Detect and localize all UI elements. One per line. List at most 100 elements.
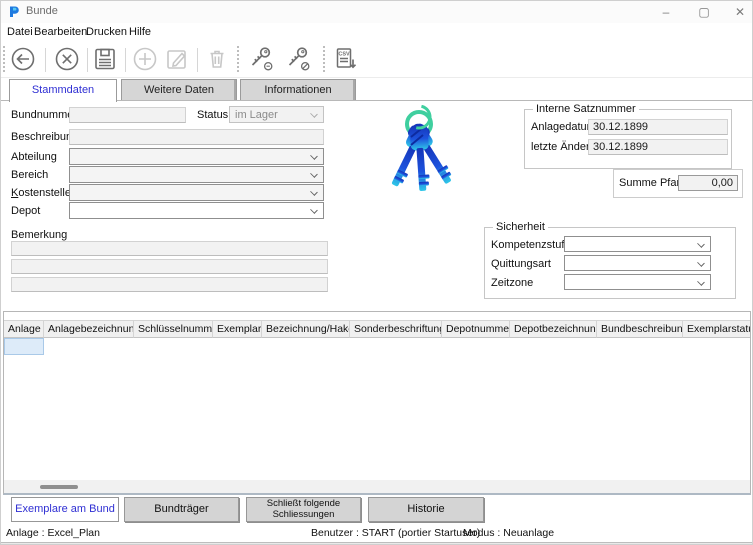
bemerkung-label: Bemerkung: [11, 229, 68, 241]
table-header-row: Anlage Anlagebezeichnung Schlüsselnummer…: [4, 320, 750, 338]
key-remove-icon[interactable]: [281, 45, 314, 73]
title-bar: Bunde – ▢ ✕: [1, 1, 752, 23]
toolbar-separator: [87, 48, 88, 72]
bereich-label: Bereich: [11, 169, 49, 181]
abteilung-select[interactable]: [69, 148, 324, 165]
bemerkung-input-2[interactable]: [11, 259, 328, 274]
kompetenzstufe-label: Kompetenzstufe: [491, 239, 571, 251]
add-icon: [131, 45, 159, 73]
delete-icon: [203, 45, 231, 73]
zeitzone-select[interactable]: [564, 274, 711, 290]
toolbar-separator: [197, 48, 198, 72]
horizontal-scrollbar[interactable]: [4, 480, 750, 493]
summe-pfand-value: 0,00: [678, 175, 738, 191]
bereich-select[interactable]: [69, 166, 324, 183]
toolbar-separator-dotted: [323, 46, 325, 74]
column-header[interactable]: Bundbeschreibung: [597, 320, 683, 338]
keys-image: [359, 105, 479, 215]
kompetenzstufe-select[interactable]: [564, 236, 711, 252]
app-window: Bunde – ▢ ✕ Datei Bearbeiten Drucken Hil…: [0, 0, 753, 545]
bottom-tab-exemplare-am-bund[interactable]: Exemplare am Bund: [11, 497, 119, 522]
quittungsart-select[interactable]: [564, 255, 711, 271]
selected-cell[interactable]: [4, 338, 44, 355]
anlagedatum-label: Anlagedatum: [531, 121, 596, 133]
column-header[interactable]: Bezeichnung/Haken: [262, 320, 350, 338]
column-header[interactable]: Exemplarstatus: [683, 320, 750, 338]
column-header[interactable]: Anlage: [4, 320, 44, 338]
toolbar-separator: [45, 48, 46, 72]
column-header[interactable]: Exemplar: [213, 320, 262, 338]
sicherheit-title: Sicherheit: [493, 221, 548, 233]
bemerkung-input-3[interactable]: [11, 277, 328, 292]
tab-weitere-daten[interactable]: Weitere Daten: [121, 79, 237, 101]
menu-hilfe[interactable]: Hilfe: [126, 25, 154, 39]
toolbar-grip: [3, 46, 5, 74]
depot-select[interactable]: [69, 202, 324, 219]
column-header[interactable]: Sonderbeschriftung: [350, 320, 442, 338]
kostenstelle-label-rest: ostenstelle: [18, 187, 71, 199]
bottom-tab-label: Exemplare am Bund: [15, 503, 115, 516]
bemerkung-input-1[interactable]: [11, 241, 328, 256]
beschreibung-input[interactable]: [69, 129, 324, 145]
app-logo-icon: [8, 5, 21, 18]
column-header[interactable]: Anlagebezeichnung: [44, 320, 134, 338]
zeitzone-label: Zeitzone: [491, 277, 534, 289]
bottom-tab-bundtraeger[interactable]: Bundträger: [124, 497, 239, 522]
menu-bar: Datei Bearbeiten Drucken Hilfe: [1, 23, 752, 42]
bottom-tab-historie[interactable]: Historie: [368, 497, 484, 522]
status-value: im Lager: [235, 109, 278, 121]
quittungsart-label: Quittungsart: [491, 258, 551, 270]
status-select: im Lager: [229, 106, 324, 123]
stammdaten-panel: Bundnummer Status im Lager Beschreibung …: [1, 100, 752, 308]
status-benutzer: Benutzer : START (portier Startuser): [311, 527, 481, 539]
anlagedatum-value: 30.12.1899: [588, 119, 728, 135]
svg-text:CSV: CSV: [338, 52, 350, 58]
chevron-down-icon: [310, 206, 318, 214]
tab-stammdaten[interactable]: Stammdaten: [9, 79, 117, 102]
exemplare-table[interactable]: Anlage Anlagebezeichnung Schlüsselnummer…: [3, 311, 751, 495]
column-header[interactable]: Schlüsselnummer: [134, 320, 213, 338]
window-title: Bunde: [26, 5, 58, 17]
chevron-down-icon: [310, 110, 318, 118]
tab-informationen[interactable]: Informationen: [240, 79, 356, 101]
column-header[interactable]: Depotbezeichnung: [510, 320, 597, 338]
chevron-down-icon: [697, 239, 705, 248]
minimize-button[interactable]: –: [649, 1, 683, 23]
close-button[interactable]: ✕: [723, 1, 752, 23]
key-link-icon[interactable]: [244, 45, 277, 73]
menu-drucken[interactable]: Drucken: [83, 25, 130, 39]
back-icon[interactable]: [9, 45, 37, 73]
depot-label: Depot: [11, 205, 41, 217]
status-anlage: Anlage : Excel_Plan: [6, 527, 100, 539]
chevron-down-icon: [310, 170, 318, 178]
kostenstelle-select[interactable]: [69, 184, 324, 201]
column-header[interactable]: Depotnummer: [442, 320, 510, 338]
status-bar: Anlage : Excel_Plan Benutzer : START (po…: [1, 524, 752, 542]
tab-bar: Stammdaten Weitere Daten Informationen: [1, 79, 752, 102]
bundnummer-input[interactable]: [69, 107, 186, 123]
abteilung-label: Abteilung: [11, 151, 57, 163]
cancel-icon[interactable]: [53, 45, 81, 73]
menu-bearbeiten[interactable]: Bearbeiten: [31, 25, 90, 39]
toolbar: CSV: [1, 42, 752, 78]
bottom-tab-label: Historie: [407, 503, 445, 516]
chevron-down-icon: [697, 258, 705, 267]
letzte-aenderung-value: 30.12.1899: [588, 139, 728, 155]
toolbar-separator: [125, 48, 126, 72]
bottom-tab-label: Schließt folgende Schliessungen: [266, 498, 341, 520]
interne-satznummer-title: Interne Satznummer: [533, 103, 639, 115]
chevron-down-icon: [697, 277, 705, 286]
bottom-tab-label: Bundträger: [154, 503, 209, 516]
status-label: Status: [197, 109, 229, 121]
maximize-button[interactable]: ▢: [687, 1, 721, 23]
toolbar-separator-dotted: [237, 46, 239, 74]
edit-icon: [163, 45, 191, 73]
csv-export-icon[interactable]: CSV: [331, 45, 359, 73]
scrollbar-thumb[interactable]: [40, 485, 78, 489]
bottom-tab-schliessungen[interactable]: Schließt folgende Schliessungen: [246, 497, 361, 522]
chevron-down-icon: [310, 188, 318, 196]
chevron-down-icon: [310, 152, 318, 160]
save-icon[interactable]: [91, 45, 119, 73]
kostenstelle-label: Kostenstelle: [11, 187, 71, 199]
status-modus: Modus : Neuanlage: [463, 527, 555, 539]
